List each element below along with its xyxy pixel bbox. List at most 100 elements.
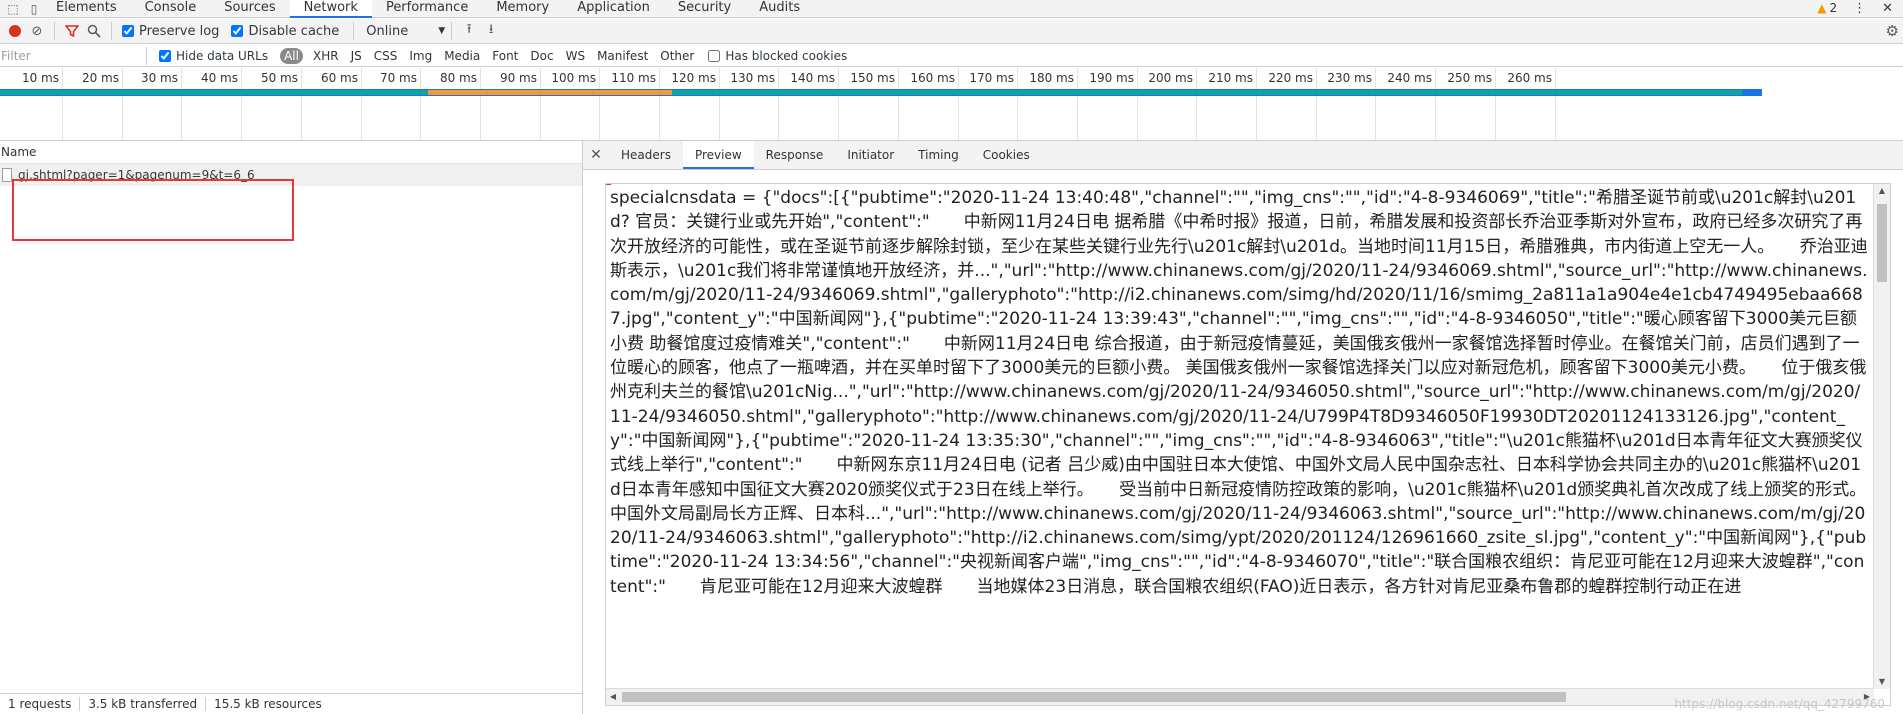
tab-performance[interactable]: Performance — [372, 0, 482, 18]
close-detail-icon[interactable]: ✕ — [583, 147, 609, 163]
preserve-log-checkbox[interactable]: Preserve log — [122, 24, 219, 39]
filter-toggle-button[interactable] — [61, 20, 83, 42]
horizontal-scroll-thumb[interactable] — [622, 692, 1566, 702]
timeline-tick-label: 40 ms — [200, 71, 238, 85]
tab-memory[interactable]: Memory — [482, 0, 563, 18]
record-icon — [9, 25, 21, 37]
vertical-scroll-thumb[interactable] — [1877, 204, 1887, 282]
timeline-tick-label: 220 ms — [1268, 71, 1313, 85]
timeline-gridline: 10 ms — [22, 68, 63, 140]
record-button[interactable] — [4, 20, 26, 42]
preserve-log-label: Preserve log — [139, 23, 220, 39]
devtools-tabbar: ⬚ ▯ Elements Console Sources Network Per… — [0, 0, 1903, 18]
search-button[interactable] — [83, 20, 105, 42]
hide-data-urls-label: Hide data URLs — [176, 48, 269, 63]
clear-icon: ⊘ — [31, 23, 43, 39]
toolbar-divider — [111, 22, 112, 40]
scroll-up-icon[interactable]: ▲ — [1874, 184, 1890, 198]
tab-initiator[interactable]: Initiator — [835, 141, 906, 169]
timeline-gridline: 190 ms — [1089, 68, 1138, 140]
highlight-annotation-box — [12, 179, 294, 241]
timeline-overview[interactable]: 10 ms 20 ms 30 ms 40 ms 50 ms 60 ms 70 ms 80 ms… — [0, 68, 1903, 141]
filter-type-css[interactable]: CSS — [368, 49, 404, 63]
filter-type-doc[interactable]: Doc — [524, 49, 559, 63]
detail-tabbar: ✕ Headers Preview Response Initiator Tim… — [583, 141, 1903, 170]
timeline-tick-label: 50 ms — [260, 71, 298, 85]
close-devtools-icon[interactable]: ✕ — [1882, 1, 1893, 16]
filter-type-ws[interactable]: WS — [560, 49, 591, 63]
tab-console[interactable]: Console — [131, 0, 211, 18]
tab-cookies[interactable]: Cookies — [971, 141, 1042, 169]
timeline-bar-orange — [428, 90, 672, 95]
timeline-tick-label: 110 ms — [611, 71, 656, 85]
filter-type-xhr[interactable]: XHR — [307, 49, 345, 63]
name-column-header[interactable]: Name — [0, 141, 582, 164]
settings-gear-icon[interactable]: ⚙ — [1886, 22, 1899, 40]
timeline-gridline: 20 ms — [82, 68, 123, 140]
transferred-size: 3.5 kB transferred — [80, 697, 207, 711]
preview-marker — [606, 184, 611, 185]
hide-data-urls-check[interactable] — [159, 49, 171, 62]
chevron-down-icon: ▼ — [438, 26, 446, 36]
tab-sources[interactable]: Sources — [210, 0, 289, 18]
tab-network[interactable]: Network — [289, 0, 372, 18]
filter-type-all[interactable]: All — [280, 47, 303, 64]
timeline-gridline: 160 ms — [910, 68, 959, 140]
filter-type-img[interactable]: Img — [403, 49, 438, 63]
timeline-tick-label: 60 ms — [320, 71, 358, 85]
disable-cache-check[interactable] — [231, 25, 244, 37]
filter-type-font[interactable]: Font — [486, 49, 524, 63]
preserve-log-check[interactable] — [122, 25, 134, 37]
tab-application[interactable]: Application — [563, 0, 664, 18]
device-toolbar-icon[interactable]: ▯ — [26, 2, 42, 16]
timeline-gridline: 260 ms — [1507, 68, 1556, 140]
filter-type-other[interactable]: Other — [654, 49, 700, 63]
timeline-gridline: 200 ms — [1148, 68, 1197, 140]
export-har-button[interactable]: ⭳ — [480, 20, 502, 42]
timeline-gridline: 170 ms — [969, 68, 1018, 140]
tab-timing[interactable]: Timing — [906, 141, 971, 169]
upload-icon: ⭱ — [466, 22, 472, 37]
filter-bar: Hide data URLs All XHR JS CSS Img Media … — [0, 45, 1903, 67]
warnings-indicator[interactable]: ▲ 2 — [1817, 1, 1837, 16]
tab-headers[interactable]: Headers — [609, 141, 683, 169]
timeline-tick-label: 70 ms — [379, 71, 417, 85]
timeline-tick-label: 190 ms — [1089, 71, 1134, 85]
has-blocked-cookies-check[interactable] — [708, 49, 721, 62]
timeline-tick-label: 260 ms — [1507, 71, 1552, 85]
hide-data-urls-checkbox[interactable]: Hide data URLs — [159, 49, 268, 63]
tab-elements[interactable]: Elements — [42, 0, 131, 18]
filter-icon — [65, 25, 79, 38]
tab-security[interactable]: Security — [664, 0, 745, 18]
filter-input[interactable] — [0, 46, 147, 65]
filter-type-js[interactable]: JS — [345, 49, 368, 63]
vertical-scrollbar[interactable]: ▲ ▼ — [1873, 184, 1890, 689]
tab-preview[interactable]: Preview — [682, 141, 754, 169]
has-blocked-cookies-checkbox[interactable]: Has blocked cookies — [708, 49, 847, 63]
preview-content[interactable]: specialcnsdata = {"docs":[{"pubtime":"20… — [605, 183, 1891, 706]
timeline-gridline: 80 ms — [440, 68, 481, 140]
timeline-gridline: 40 ms — [201, 68, 242, 140]
tab-response[interactable]: Response — [754, 141, 836, 169]
timeline-tick-label: 240 ms — [1387, 71, 1432, 85]
scroll-left-icon[interactable]: ◀ — [606, 689, 620, 705]
filter-type-media[interactable]: Media — [438, 49, 486, 63]
inspect-element-icon[interactable]: ⬚ — [5, 2, 21, 16]
timeline-tick-label: 120 ms — [671, 71, 716, 85]
download-icon: ⭳ — [488, 22, 494, 37]
search-icon — [87, 24, 101, 38]
timeline-tick-label: 150 ms — [850, 71, 895, 85]
network-summary-bar: 1 requests 3.5 kB transferred 15.5 kB re… — [0, 693, 582, 714]
clear-button[interactable]: ⊘ — [26, 20, 48, 42]
scroll-down-icon[interactable]: ▼ — [1874, 675, 1890, 689]
timeline-gridline: 180 ms — [1029, 68, 1078, 140]
throttling-value: Online — [366, 23, 409, 39]
filter-type-manifest[interactable]: Manifest — [591, 49, 654, 63]
throttling-select[interactable]: Online ▼ — [360, 24, 445, 39]
more-options-icon[interactable]: ⋮ — [1853, 1, 1866, 16]
tab-audits[interactable]: Audits — [745, 0, 814, 18]
request-count: 1 requests — [0, 697, 81, 711]
resources-size: 15.5 kB resources — [214, 697, 322, 711]
disable-cache-checkbox[interactable]: Disable cache — [231, 24, 339, 39]
import-har-button[interactable]: ⭱ — [458, 20, 480, 42]
